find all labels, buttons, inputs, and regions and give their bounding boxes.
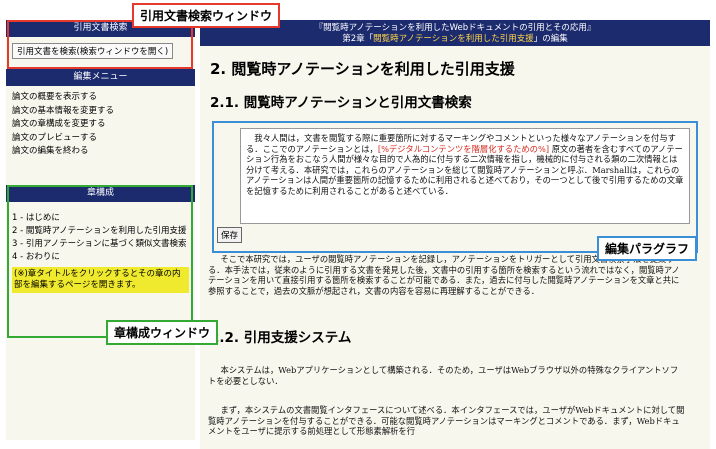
section-heading-2-2: 2.2. 引用支援システム: [210, 330, 352, 346]
chapter-window-callout: 章構成ウィンドウ: [106, 320, 219, 345]
chapter-window-frame: [7, 185, 193, 338]
chapter-subtitle: 第2章「閲覧時アノテーションを利用した引用支援」の編集: [342, 34, 568, 44]
chapter-heading: 2. 閲覧時アノテーションを利用した引用支援: [210, 60, 515, 78]
search-window-callout: 引用文書検索ウィンドウ: [132, 3, 281, 28]
paragraph-3: 本システムは，Webアプリケーションとして構築される．そのため，ユーザはWebブ…: [208, 365, 679, 386]
menu-change-structure[interactable]: 論文の章構成を変更する: [6, 118, 195, 132]
menu-show-summary[interactable]: 論文の概要を表示する: [6, 91, 195, 105]
menu-finish-editing[interactable]: 論文の編集を終わる: [6, 145, 195, 159]
menu-preview[interactable]: 論文のプレビューする: [6, 132, 195, 146]
section-heading-2-1: 2.1. 閲覧時アノテーションと引用文書検索: [210, 95, 472, 111]
edit-menu: 論文の概要を表示する 論文の基本情報を変更する 論文の章構成を変更する 論文のプ…: [6, 86, 195, 159]
menu-change-basic-info[interactable]: 論文の基本情報を変更する: [6, 105, 195, 119]
chapter-subtitle-highlight: 閲覧時アノテーションを利用した引用支援: [373, 34, 534, 44]
paragraph-4: まず，本システムの文書閲覧インタフェースについて述べる．本インタフェースでは，ユ…: [208, 405, 685, 437]
edit-menu-header: 編集メニュー: [6, 69, 195, 86]
edit-paragraph-callout: 編集パラグラフ: [597, 236, 698, 261]
edit-paragraph-frame: [212, 121, 698, 253]
